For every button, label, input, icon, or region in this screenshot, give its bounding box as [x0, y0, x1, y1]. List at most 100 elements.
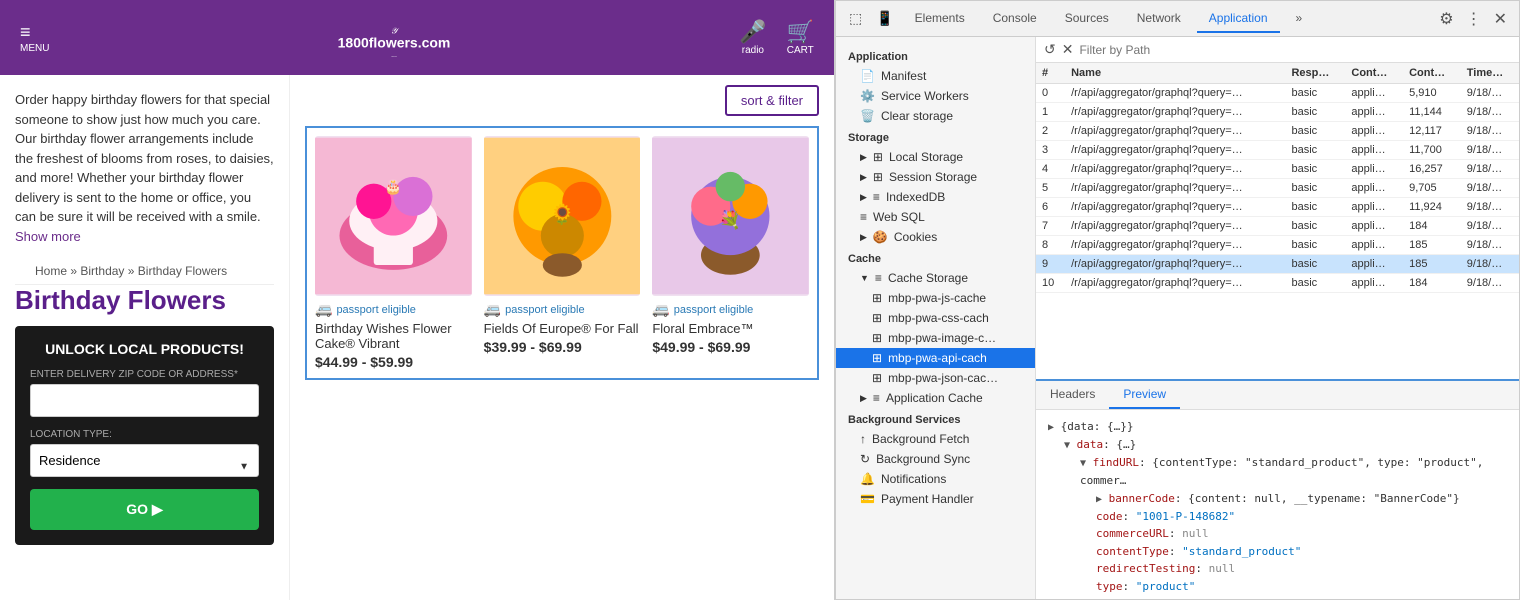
col-header-num[interactable]: #	[1036, 63, 1065, 84]
product-image-1: 🎂	[315, 136, 472, 296]
sidebar-bg-fetch[interactable]: ↑ Background Fetch	[836, 429, 1035, 449]
cell-cont1: appli…	[1345, 141, 1403, 160]
cell-name: /r/api/aggregator/graphql?query=…	[1065, 255, 1285, 274]
table-row[interactable]: 10 /r/api/aggregator/graphql?query=… bas…	[1036, 274, 1519, 293]
product-price-2: $39.99 - $69.99	[484, 339, 641, 355]
location-select[interactable]: Residence	[30, 444, 259, 477]
cell-time: 9/18/…	[1461, 236, 1519, 255]
table-row[interactable]: 1 /r/api/aggregator/graphql?query=… basi…	[1036, 103, 1519, 122]
cell-name: /r/api/aggregator/graphql?query=…	[1065, 198, 1285, 217]
cell-cont2: 185	[1403, 236, 1461, 255]
cell-name: /r/api/aggregator/graphql?query=…	[1065, 179, 1285, 198]
table-row[interactable]: 9 /r/api/aggregator/graphql?query=… basi…	[1036, 255, 1519, 274]
expand-local-storage-icon: ▶	[860, 152, 867, 163]
cell-num: 6	[1036, 198, 1065, 217]
table-row[interactable]: 0 /r/api/aggregator/graphql?query=… basi…	[1036, 84, 1519, 103]
sidebar-payment-handler[interactable]: 💳 Payment Handler	[836, 489, 1035, 509]
bg-sync-icon: ↻	[860, 452, 870, 466]
sidebar-cache-storage[interactable]: ▼ ≡ Cache Storage	[836, 268, 1035, 288]
cart-button[interactable]: 🛒 CART	[787, 19, 814, 56]
table-row[interactable]: 2 /r/api/aggregator/graphql?query=… basi…	[1036, 122, 1519, 141]
tab-more[interactable]: »	[1284, 5, 1315, 33]
tab-preview[interactable]: Preview	[1109, 381, 1180, 409]
cell-resp: basic	[1285, 255, 1345, 274]
show-more-link[interactable]: Show more	[15, 229, 81, 244]
sidebar-session-storage[interactable]: ▶ ⊞ Session Storage	[836, 167, 1035, 187]
sidebar-js-cache[interactable]: ⊞ mbp-pwa-js-cache	[836, 288, 1035, 308]
tab-headers[interactable]: Headers	[1036, 381, 1109, 409]
products-area: sort & filter 🎂	[290, 75, 834, 600]
tab-sources[interactable]: Sources	[1053, 5, 1121, 33]
logo-area[interactable]: 𝒴 1800flowers.com ...	[324, 18, 464, 57]
more-icon[interactable]: ⋮	[1462, 5, 1486, 33]
product-card-2[interactable]: 🌻 🚐 passport eligible Fields Of Europe® …	[484, 136, 641, 370]
sidebar-app-cache[interactable]: ▶ ≡ Application Cache	[836, 388, 1035, 408]
go-button[interactable]: GO ▶	[30, 489, 259, 530]
sidebar-image-cache[interactable]: ⊞ mbp-pwa-image-c…	[836, 328, 1035, 348]
tab-console[interactable]: Console	[981, 5, 1049, 33]
breadcrumb-home[interactable]: Home	[35, 264, 67, 278]
filter-input[interactable]	[1079, 43, 1511, 57]
sidebar-cookies[interactable]: ▶ 🍪 Cookies	[836, 227, 1035, 247]
col-header-resp[interactable]: Resp…	[1285, 63, 1345, 84]
menu-button[interactable]: ≡ MENU	[20, 22, 49, 54]
sidebar-web-sql[interactable]: ≡ Web SQL	[836, 207, 1035, 227]
expand-app-cache-icon: ▶	[860, 393, 867, 404]
refresh-icon[interactable]: ↺	[1044, 41, 1056, 58]
cell-name: /r/api/aggregator/graphql?query=…	[1065, 236, 1285, 255]
close-icon[interactable]: ✕	[1490, 5, 1511, 33]
table-row[interactable]: 8 /r/api/aggregator/graphql?query=… basi…	[1036, 236, 1519, 255]
table-row[interactable]: 3 /r/api/aggregator/graphql?query=… basi…	[1036, 141, 1519, 160]
sidebar-indexeddb[interactable]: ▶ ≡ IndexedDB	[836, 187, 1035, 207]
cell-name: /r/api/aggregator/graphql?query=…	[1065, 274, 1285, 293]
sidebar-clear-storage[interactable]: 🗑️ Clear storage	[836, 106, 1035, 126]
js-cache-icon: ⊞	[872, 291, 882, 305]
radio-button[interactable]: 🎤 radio	[739, 19, 766, 56]
tab-elements[interactable]: Elements	[903, 5, 977, 33]
sidebar-api-cache[interactable]: ⊞ mbp-pwa-api-cach	[836, 348, 1035, 368]
table-row[interactable]: 4 /r/api/aggregator/graphql?query=… basi…	[1036, 160, 1519, 179]
site-header: ≡ MENU 𝒴 1800flowers.com ... 🎤 radio 🛒 C…	[0, 0, 834, 75]
sort-bar: sort & filter	[305, 85, 819, 116]
product-price-3: $49.99 - $69.99	[652, 339, 809, 355]
device-icon[interactable]: 📱	[871, 7, 898, 30]
inspect-icon[interactable]: ⬚	[844, 7, 867, 30]
expand-cache-storage-icon: ▼	[860, 273, 869, 283]
breadcrumb-current: Birthday Flowers	[138, 264, 227, 278]
table-row[interactable]: 6 /r/api/aggregator/graphql?query=… basi…	[1036, 198, 1519, 217]
table-row[interactable]: 7 /r/api/aggregator/graphql?query=… basi…	[1036, 217, 1519, 236]
expand-indexeddb-icon: ▶	[860, 192, 867, 203]
sidebar-manifest[interactable]: 📄 Manifest	[836, 66, 1035, 86]
sidebar-json-cache[interactable]: ⊞ mbp-pwa-json-cac…	[836, 368, 1035, 388]
preview-line-9: type: "product"	[1096, 578, 1507, 596]
sidebar-css-cache[interactable]: ⊞ mbp-pwa-css-cach	[836, 308, 1035, 328]
tab-application[interactable]: Application	[1197, 5, 1280, 33]
filter-clear-icon[interactable]: ✕	[1062, 41, 1074, 58]
sidebar-notifications[interactable]: 🔔 Notifications	[836, 469, 1035, 489]
product-card-1[interactable]: 🎂 🚐 passport eligible Birthday Wishes Fl…	[315, 136, 472, 370]
devtools-body: Application 📄 Manifest ⚙️ Service Worker…	[836, 37, 1519, 599]
sidebar-service-workers[interactable]: ⚙️ Service Workers	[836, 86, 1035, 106]
cell-cont2: 11,924	[1403, 198, 1461, 217]
tab-network[interactable]: Network	[1125, 5, 1193, 33]
table-row[interactable]: 5 /r/api/aggregator/graphql?query=… basi…	[1036, 179, 1519, 198]
col-header-cont1[interactable]: Cont…	[1345, 63, 1403, 84]
breadcrumb-birthday[interactable]: Birthday	[80, 264, 124, 278]
sidebar-local-storage[interactable]: ▶ ⊞ Local Storage	[836, 147, 1035, 167]
product-card-3[interactable]: 💐 🚐 passport eligible Floral Embrace™ $4…	[652, 136, 809, 370]
cell-time: 9/18/…	[1461, 179, 1519, 198]
sort-filter-button[interactable]: sort & filter	[725, 85, 819, 116]
col-header-time[interactable]: Time…	[1461, 63, 1519, 84]
settings-icon[interactable]: ⚙	[1435, 5, 1457, 33]
zip-input[interactable]	[30, 384, 259, 417]
col-header-name[interactable]: Name	[1065, 63, 1285, 84]
cell-name: /r/api/aggregator/graphql?query=…	[1065, 103, 1285, 122]
cell-num: 2	[1036, 122, 1065, 141]
bottom-panel: Headers Preview ▶ {data: {…}} ▼ data: {……	[1036, 379, 1519, 599]
sidebar-bg-sync[interactable]: ↻ Background Sync	[836, 449, 1035, 469]
cell-cont2: 12,117	[1403, 122, 1461, 141]
col-header-cont2[interactable]: Cont…	[1403, 63, 1461, 84]
bg-fetch-icon: ↑	[860, 432, 866, 446]
location-select-wrapper: Residence	[30, 444, 259, 489]
service-workers-icon: ⚙️	[860, 89, 875, 103]
